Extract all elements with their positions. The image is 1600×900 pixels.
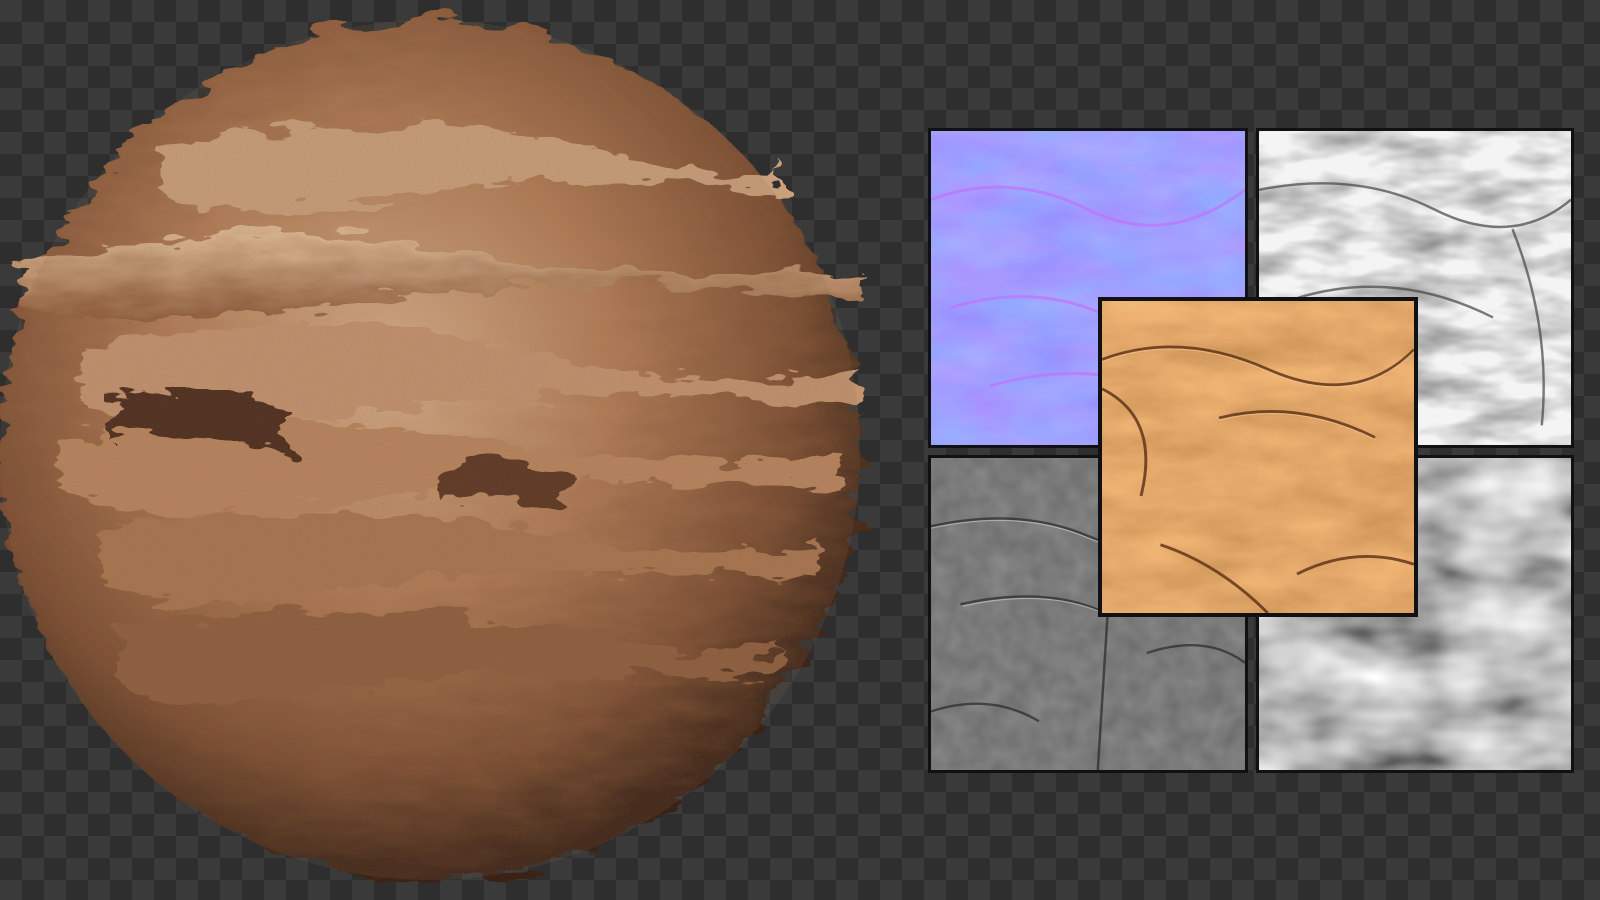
rock-sphere-preview bbox=[0, 20, 860, 880]
texture-preview-canvas bbox=[0, 0, 1600, 900]
albedo-map-tile bbox=[1098, 297, 1418, 617]
